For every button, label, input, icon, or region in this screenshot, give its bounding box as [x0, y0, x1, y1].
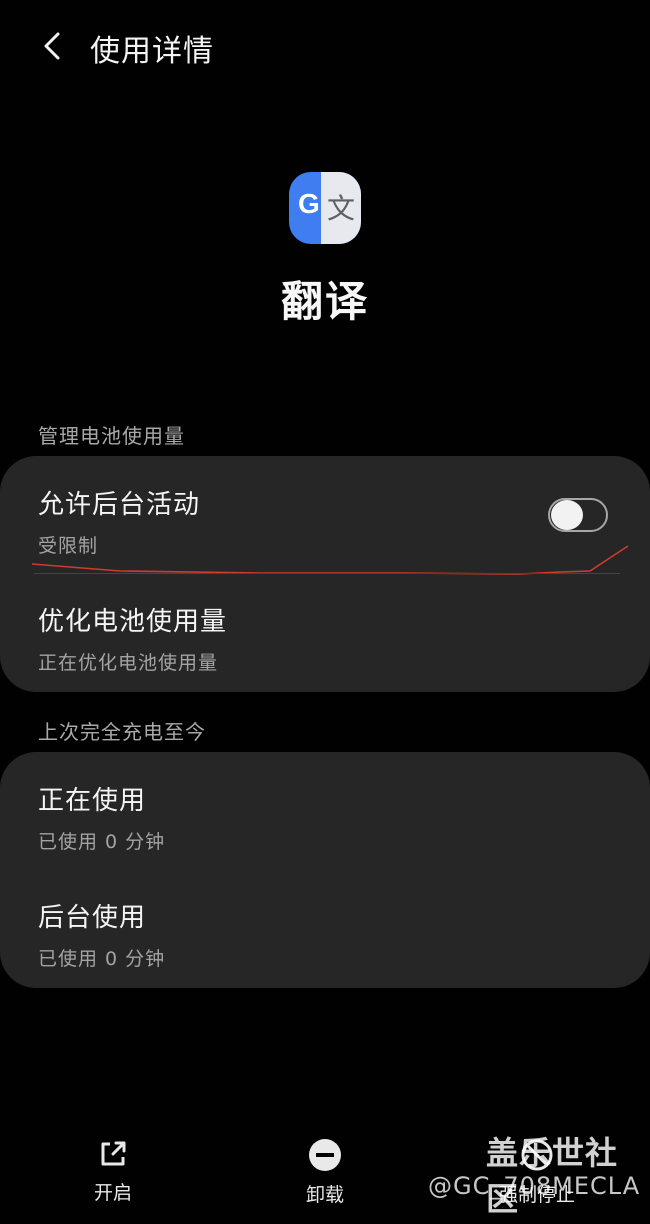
battery-section-title: 管理电池使用量 — [38, 424, 185, 448]
divider — [34, 573, 620, 574]
foreground-usage-title: 正在使用 — [38, 786, 147, 816]
usage-card: 正在使用 已使用 0 分钟 后台使用 已使用 0 分钟 — [0, 752, 650, 988]
app-name: 翻译 — [280, 277, 369, 326]
open-label: 开启 — [93, 1182, 132, 1204]
uninstall-label: 卸载 — [305, 1184, 344, 1206]
uninstall-button[interactable]: 卸载 — [265, 1138, 385, 1207]
open-external-icon — [101, 1141, 126, 1166]
foreground-usage-subtitle: 已使用 0 分钟 — [38, 831, 166, 853]
back-button[interactable] — [30, 22, 74, 70]
red-annotation-line — [31, 545, 629, 575]
background-usage-row: 后台使用 已使用 0 分钟 — [38, 897, 165, 971]
optimize-battery-row[interactable]: 优化电池使用量 正在优化电池使用量 — [38, 601, 227, 675]
foreground-usage-row: 正在使用 已使用 0 分钟 — [38, 780, 165, 854]
background-usage-title: 后台使用 — [38, 903, 147, 933]
page-title: 使用详情 — [90, 34, 214, 69]
app-icon-char: 文 — [327, 192, 356, 225]
optimize-battery-subtitle: 正在优化电池使用量 — [38, 652, 219, 674]
translate-app-icon: G 文 — [289, 172, 361, 244]
header: 使用详情 — [0, 0, 650, 92]
back-arrow-icon — [44, 32, 60, 60]
minus-circle-icon — [309, 1139, 341, 1171]
usage-section-title: 上次完全充电至今 — [38, 720, 206, 744]
watermark-user: @GC_708MECLA — [428, 1172, 641, 1200]
app-icon-letter: G — [298, 188, 320, 219]
battery-card: 允许后台活动 受限制 优化电池使用量 正在优化电池使用量 — [0, 456, 650, 692]
toggle-knob — [551, 500, 583, 530]
background-usage-subtitle: 已使用 0 分钟 — [38, 948, 166, 970]
background-activity-title: 允许后台活动 — [38, 490, 201, 520]
open-button[interactable]: 开启 — [53, 1138, 173, 1205]
background-activity-toggle[interactable] — [548, 498, 608, 532]
optimize-battery-title: 优化电池使用量 — [38, 607, 228, 637]
